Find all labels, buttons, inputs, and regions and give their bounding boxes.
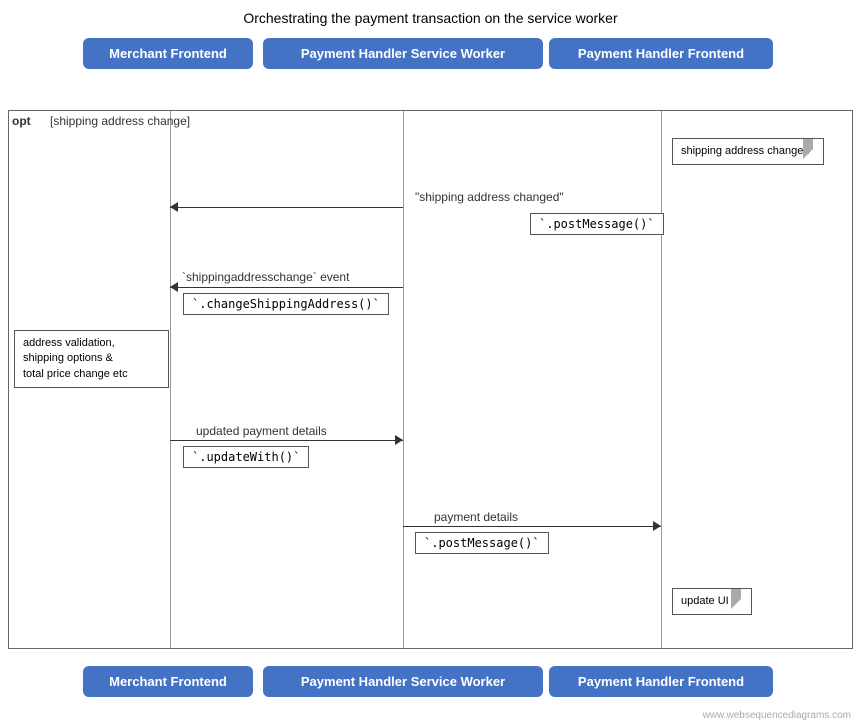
actor-payment-sw-bottom: Payment Handler Service Worker <box>263 666 543 697</box>
note-address-validation: address validation, shipping options & t… <box>14 330 169 388</box>
arrow4-head <box>653 521 661 531</box>
actor-payment-sw-top: Payment Handler Service Worker <box>263 38 543 69</box>
actor-payment-fe-bottom: Payment Handler Frontend <box>549 666 773 697</box>
watermark: www.websequencediagrams.com <box>703 710 851 721</box>
actor-payment-fe-top: Payment Handler Frontend <box>549 38 773 69</box>
arrow3-head <box>395 435 403 445</box>
arrow4-line <box>403 526 661 527</box>
method-postMessage2: `.postMessage()` <box>415 532 549 554</box>
arrow4-label: payment details <box>434 510 518 524</box>
arrow3-label: updated payment details <box>196 424 327 438</box>
note-shipping-address-changed: shipping address changed <box>672 138 824 165</box>
arrow2-label: `shippingaddresschange` event <box>182 270 349 284</box>
diagram-title: Orchestrating the payment transaction on… <box>0 0 861 34</box>
actor-merchant-bottom: Merchant Frontend <box>83 666 253 697</box>
method-updateWith: `.updateWith()` <box>183 446 309 468</box>
arrow1-label: "shipping address changed" <box>415 190 564 204</box>
diagram-container: Orchestrating the payment transaction on… <box>0 0 861 727</box>
arrow3-line <box>170 440 403 441</box>
opt-label: opt <box>12 114 31 128</box>
opt-guard: [shipping address change] <box>50 114 190 128</box>
note-update-ui: update UI <box>672 588 752 615</box>
actor-merchant-top: Merchant Frontend <box>83 38 253 69</box>
arrow2-line <box>170 287 403 288</box>
method-postMessage1: `.postMessage()` <box>530 213 664 235</box>
arrow1-line <box>170 207 403 208</box>
arrow2-head <box>170 282 178 292</box>
arrow1-head <box>170 202 178 212</box>
method-changeShipping: `.changeShippingAddress()` <box>183 293 389 315</box>
